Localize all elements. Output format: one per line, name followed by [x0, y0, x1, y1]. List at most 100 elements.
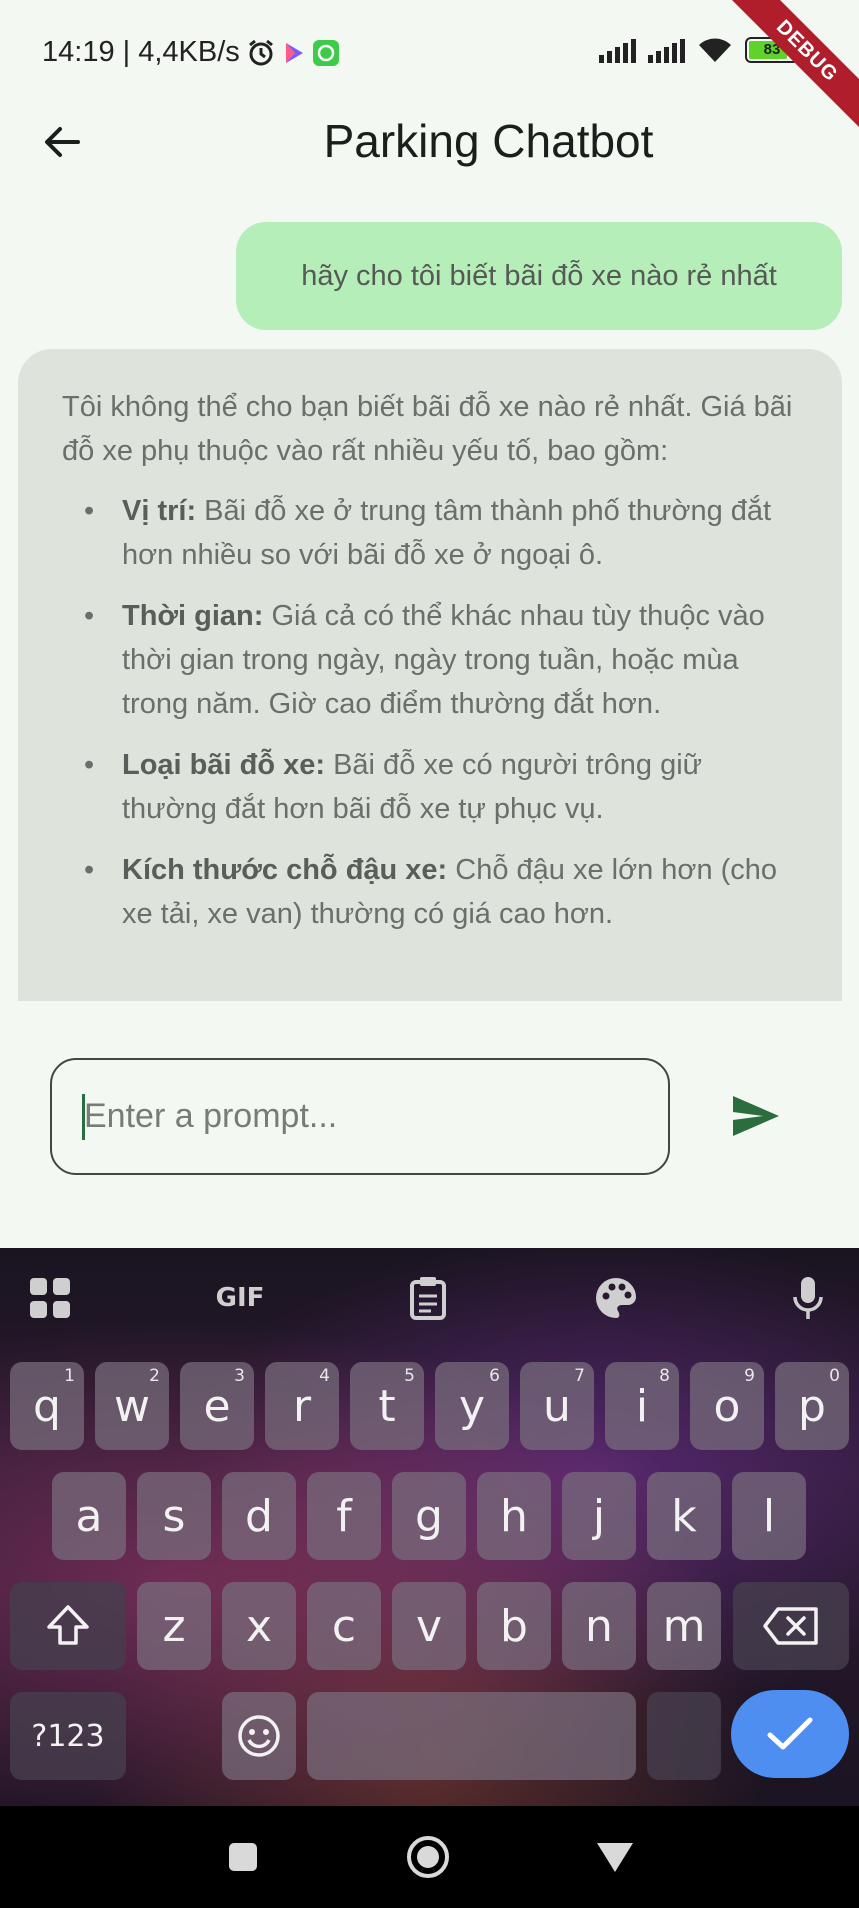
key-o[interactable]: o9 — [690, 1362, 764, 1450]
key-label: b — [500, 1600, 528, 1652]
key-label: d — [245, 1490, 273, 1542]
send-button[interactable] — [726, 1088, 786, 1144]
key-g[interactable]: g — [392, 1472, 466, 1560]
key-hint: 5 — [404, 1366, 415, 1386]
key-w[interactable]: w2 — [95, 1362, 169, 1450]
alarm-icon — [246, 38, 276, 68]
emoji-icon — [238, 1715, 280, 1757]
key-label: c — [331, 1600, 357, 1652]
backspace-key[interactable] — [733, 1582, 849, 1670]
key-b[interactable]: b — [477, 1582, 551, 1670]
key-h[interactable]: h — [477, 1472, 551, 1560]
key-u[interactable]: u7 — [520, 1362, 594, 1450]
user-message-bubble: hãy cho tôi biết bãi đỗ xe nào rẻ nhất — [236, 222, 842, 330]
bullet-dot: • — [84, 749, 95, 781]
shift-key[interactable] — [10, 1582, 126, 1670]
key-label: r — [292, 1380, 312, 1432]
key-n[interactable]: n — [562, 1582, 636, 1670]
done-key[interactable] — [731, 1690, 849, 1778]
send-icon — [733, 1096, 779, 1136]
text-caret — [82, 1094, 85, 1140]
system-nav-bar — [0, 1806, 859, 1908]
key-label: t — [378, 1380, 396, 1432]
key-hint: 3 — [234, 1366, 245, 1386]
bullet-bold: Loại bãi đỗ xe: — [122, 749, 326, 781]
microphone-icon[interactable] — [780, 1270, 836, 1326]
key-l[interactable]: l — [732, 1472, 806, 1560]
key-label: a — [75, 1490, 103, 1542]
bullet-bold: Thời gian: — [122, 600, 264, 632]
key-e[interactable]: e3 — [180, 1362, 254, 1450]
page-title: Parking Chatbot — [323, 115, 654, 167]
app-bar: Parking Chatbot — [0, 100, 859, 186]
key-label: v — [415, 1600, 443, 1652]
key-label: h — [500, 1490, 528, 1542]
key-x[interactable]: x — [222, 1582, 296, 1670]
key-f[interactable]: f — [307, 1472, 381, 1560]
key-hint: 8 — [659, 1366, 670, 1386]
key-label: n — [585, 1600, 613, 1652]
key-m[interactable]: m — [647, 1582, 721, 1670]
symbols-key[interactable]: ?123 — [10, 1692, 126, 1780]
bot-bullet-item: • Vị trí: Bãi đỗ xe ở trung tâm thành ph… — [62, 489, 798, 577]
play-icon — [282, 40, 306, 66]
key-label: j — [592, 1490, 606, 1542]
status-right: 83 — [599, 36, 803, 64]
key-d[interactable]: d — [222, 1472, 296, 1560]
key-z[interactable]: z — [137, 1582, 211, 1670]
gif-label: GIF — [215, 1283, 265, 1313]
key-i[interactable]: i8 — [605, 1362, 679, 1450]
apps-grid-icon[interactable] — [22, 1270, 78, 1326]
bullet-dot: • — [84, 600, 95, 632]
recents-square-icon[interactable] — [220, 1834, 266, 1880]
key-label: f — [336, 1490, 352, 1542]
key-s[interactable]: s — [137, 1472, 211, 1560]
key-label: e — [203, 1380, 231, 1432]
key-j[interactable]: j — [562, 1472, 636, 1560]
key-k[interactable]: k — [647, 1472, 721, 1560]
keyboard-toolbar: GIF — [0, 1248, 859, 1346]
period-key[interactable] — [647, 1692, 721, 1780]
key-hint: 0 — [829, 1366, 840, 1386]
status-bar: 14:19 | 4,4KB/s 83 — [0, 0, 859, 100]
palette-icon[interactable] — [588, 1270, 644, 1326]
bot-bullet-item: • Kích thước chỗ đậu xe: Chỗ đậu xe lớn … — [62, 848, 798, 936]
key-r[interactable]: r4 — [265, 1362, 339, 1450]
home-circle-icon[interactable] — [405, 1834, 451, 1880]
key-q[interactable]: q1 — [10, 1362, 84, 1450]
key-label: s — [162, 1490, 186, 1542]
shift-icon — [47, 1605, 89, 1645]
bot-message-bubble: Tôi không thể cho bạn biết bãi đỗ xe nào… — [18, 349, 842, 1001]
key-label: i — [635, 1380, 649, 1432]
space-key[interactable] — [307, 1692, 636, 1780]
gif-icon[interactable]: GIF — [210, 1270, 270, 1326]
back-triangle-icon[interactable] — [592, 1834, 638, 1880]
key-hint: 7 — [574, 1366, 585, 1386]
key-label: u — [543, 1380, 571, 1432]
key-y[interactable]: y6 — [435, 1362, 509, 1450]
wifi-icon — [697, 36, 733, 64]
status-time-speed: 14:19 | 4,4KB/s — [42, 36, 240, 68]
bullet-bold: Vị trí: — [122, 495, 197, 527]
bot-bullet-item: • Thời gian: Giá cả có thể khác nhau tùy… — [62, 594, 798, 726]
key-t[interactable]: t5 — [350, 1362, 424, 1450]
key-hint: 1 — [64, 1366, 75, 1386]
status-left: 14:19 | 4,4KB/s — [42, 36, 340, 69]
key-label: z — [162, 1600, 186, 1652]
clipboard-icon[interactable] — [400, 1270, 456, 1326]
key-hint: 6 — [489, 1366, 500, 1386]
key-c[interactable]: c — [307, 1582, 381, 1670]
key-p[interactable]: p0 — [775, 1362, 849, 1450]
bot-message-intro: Tôi không thể cho bạn biết bãi đỗ xe nào… — [62, 391, 793, 467]
bot-bullet-item: • Loại bãi đỗ xe: Bãi đỗ xe có người trô… — [62, 743, 798, 831]
on-screen-keyboard: GIF q1 w2 e3 r4 t5 y6 u7 i8 o9 p0 a s d … — [0, 1248, 859, 1806]
check-icon — [767, 1717, 813, 1750]
key-a[interactable]: a — [52, 1472, 126, 1560]
prompt-input[interactable] — [50, 1058, 670, 1175]
bullet-dot: • — [84, 854, 95, 886]
backspace-icon — [763, 1607, 818, 1645]
emoji-key[interactable] — [222, 1692, 296, 1780]
key-label: m — [662, 1600, 706, 1652]
app-notification-icon — [312, 39, 340, 67]
key-v[interactable]: v — [392, 1582, 466, 1670]
